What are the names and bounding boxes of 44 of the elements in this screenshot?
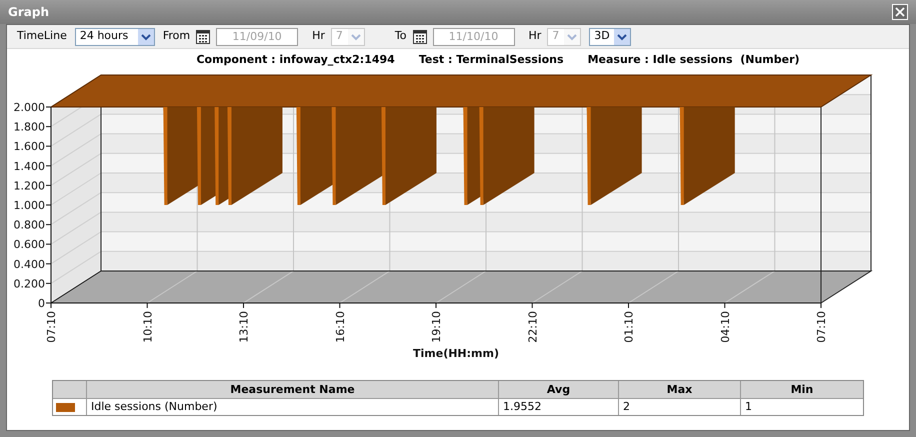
calendar-icon[interactable]	[196, 30, 210, 44]
range-label: From	[162, 28, 190, 44]
close-button[interactable]	[892, 4, 908, 20]
table-header-cell: Max	[619, 381, 741, 398]
x-tick-label: 13:10	[238, 311, 250, 343]
x-tick-label: 04:10	[718, 311, 732, 343]
x-tick-label: 22:10	[526, 311, 540, 343]
table-header-cell-text: Min	[790, 382, 814, 398]
timeline-label: TimeLine	[17, 28, 67, 44]
window-title: Graph	[8, 4, 49, 21]
chart-header-text: Component : infoway_ctx2:1494	[196, 52, 395, 68]
x-tick-label: 10:10	[141, 311, 154, 343]
y-tick-label: 1.800	[14, 120, 45, 134]
view-dropdown[interactable]: 3D	[589, 28, 632, 46]
chart-header-text: Measure : Idle sessions (Number)	[588, 52, 800, 68]
y-tick-label: 0.200	[14, 277, 45, 290]
y-tick-label: 1.400	[14, 160, 45, 173]
y-tick-label: 0	[38, 297, 45, 310]
table-header-cell: Avg	[499, 381, 619, 398]
x-tick-label: 19:10	[430, 311, 443, 343]
x-tick-label: 07:10	[815, 311, 828, 343]
table-cell: Idle sessions (Number)	[87, 399, 499, 415]
y-tick-label: 1.200	[14, 179, 45, 192]
table-cell: 1.9552	[499, 399, 619, 415]
x-tick-label: 16:10	[334, 311, 347, 343]
close-icon	[895, 7, 905, 17]
y-tick-label: 0.800	[14, 218, 45, 232]
range-label: To	[394, 28, 406, 44]
x-tick-label: 07:10	[45, 311, 58, 343]
timeline-dropdown[interactable]: 24 hours	[74, 28, 155, 46]
hour-label: Hr	[312, 28, 325, 44]
table-header-cell: Measurement Name	[87, 381, 499, 398]
hour-label: Hr	[528, 28, 542, 44]
y-tick-label: 1.000	[14, 199, 45, 212]
y-tick-label: 0.400	[14, 258, 45, 271]
table-cell: 2	[619, 399, 741, 415]
y-tick-label: 2.000	[14, 101, 45, 114]
table-cell-text: 1	[744, 399, 753, 415]
y-tick-label: 0.600	[14, 238, 45, 252]
y-tick-label: 1.600	[14, 140, 45, 154]
x-tick-label: 01:10	[622, 311, 636, 343]
chart-header-text: Test : TerminalSessions	[418, 52, 564, 68]
calendar-icon[interactable]	[412, 30, 426, 44]
x-axis-title: Time(HH:mm)	[413, 347, 499, 360]
